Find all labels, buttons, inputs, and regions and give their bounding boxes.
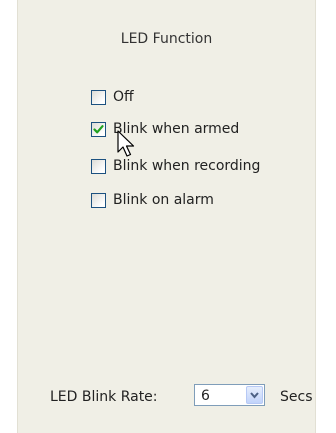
panel-title: LED Function bbox=[120, 31, 213, 47]
led-blink-rate-value: 6 bbox=[201, 388, 210, 404]
led-blink-rate-label: LED Blink Rate: bbox=[50, 389, 158, 405]
option-blink-on-alarm[interactable]: Blink on alarm bbox=[91, 192, 214, 208]
dropdown-button[interactable] bbox=[246, 386, 263, 404]
blink-on-alarm-label: Blink on alarm bbox=[113, 192, 214, 208]
blink-when-recording-label: Blink when recording bbox=[113, 158, 261, 174]
blink-when-recording-checkbox[interactable] bbox=[91, 158, 106, 174]
chevron-down-icon bbox=[250, 392, 259, 399]
off-label: Off bbox=[113, 89, 134, 105]
option-blink-when-armed[interactable]: Blink when armed bbox=[91, 121, 239, 137]
option-off[interactable]: Off bbox=[91, 89, 134, 105]
blink-when-armed-checkbox[interactable] bbox=[91, 121, 106, 137]
mouse-pointer-icon bbox=[117, 130, 135, 157]
secs-unit-label: Secs bbox=[280, 389, 313, 405]
checkmark-icon bbox=[93, 124, 104, 133]
off-checkbox[interactable] bbox=[91, 89, 106, 105]
option-blink-when-recording[interactable]: Blink when recording bbox=[91, 158, 260, 174]
led-blink-rate-select[interactable]: 6 bbox=[194, 384, 265, 406]
blink-on-alarm-checkbox[interactable] bbox=[91, 192, 106, 208]
led-function-panel: LED Function Off Blink when armed Blink … bbox=[17, 0, 316, 433]
